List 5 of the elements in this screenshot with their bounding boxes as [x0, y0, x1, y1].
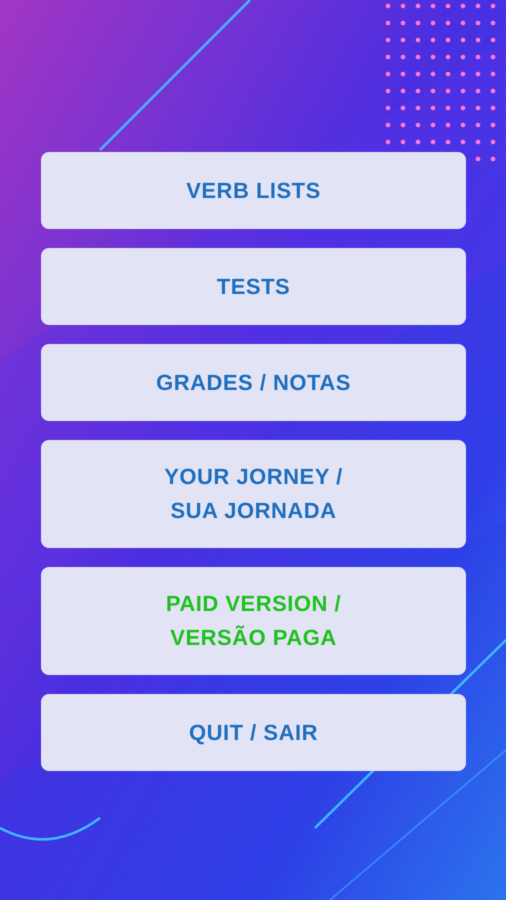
menu-button[interactable]: VERB LISTS: [41, 152, 466, 229]
menu-button[interactable]: TESTS: [41, 248, 466, 325]
menu-button[interactable]: GRADES / NOTAS: [41, 344, 466, 421]
menu-button[interactable]: YOUR JORNEY / SUA JORNADA: [41, 440, 466, 548]
menu-button[interactable]: QUIT / SAIR: [41, 694, 466, 771]
